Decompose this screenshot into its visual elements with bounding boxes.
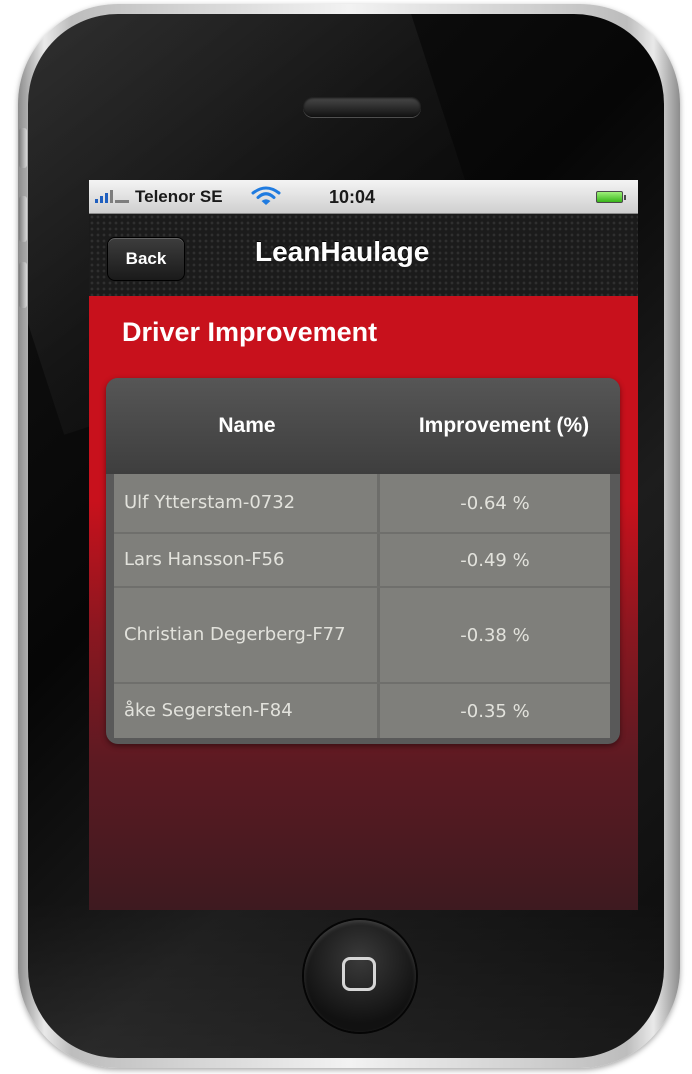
wifi-icon — [251, 185, 281, 212]
volume-up-button — [19, 196, 27, 242]
column-header-name: Name — [218, 414, 276, 437]
home-button[interactable] — [304, 920, 416, 1032]
table-body: Ulf Ytterstam-0732 -0.64 % Lars Hansson-… — [114, 474, 610, 738]
improvement-value: -0.49 % — [460, 549, 530, 571]
column-header-improvement-label: Improvement (%) — [418, 414, 590, 437]
battery-icon — [596, 191, 626, 203]
improvement-value: -0.35 % — [460, 700, 530, 722]
driver-name: Lars Hansson-F56 — [114, 534, 380, 586]
mute-switch — [19, 128, 27, 168]
driver-name: åke Segersten-F84 — [114, 684, 380, 738]
status-bar: Telenor SE 10:04 — [89, 180, 638, 214]
volume-down-button — [19, 262, 27, 308]
table-row[interactable]: åke Segersten-F84 -0.35 % — [114, 684, 610, 738]
back-button[interactable]: Back — [107, 237, 185, 281]
driver-name: Christian Degerberg-F77 — [114, 588, 380, 682]
phone-screen: Telenor SE 10:04 Back LeanHaulage Driver… — [89, 180, 638, 910]
app-title: LeanHaulage — [255, 236, 430, 267]
table-row[interactable]: Christian Degerberg-F77 -0.38 % — [114, 588, 610, 684]
section-title: Driver Improvement — [122, 317, 378, 347]
improvement-value: -0.38 % — [460, 624, 530, 646]
column-header-improvement: Improvement (%) — [388, 378, 620, 474]
table-row[interactable]: Lars Hansson-F56 -0.49 % — [114, 534, 610, 588]
home-square-icon — [342, 957, 376, 991]
improvement-table: Name Improvement (%) Ulf Ytterstam-0732 … — [106, 378, 620, 744]
earpiece-speaker — [303, 97, 421, 117]
carrier-name: Telenor SE — [135, 187, 223, 206]
improvement-value: -0.64 % — [460, 492, 530, 514]
status-time: 10:04 — [329, 187, 376, 207]
table-row[interactable]: Ulf Ytterstam-0732 -0.64 % — [114, 474, 610, 534]
table-header: Name Improvement (%) — [106, 378, 620, 474]
driver-name: Ulf Ytterstam-0732 — [114, 474, 380, 532]
navigation-bar: Back LeanHaulage — [89, 214, 638, 296]
